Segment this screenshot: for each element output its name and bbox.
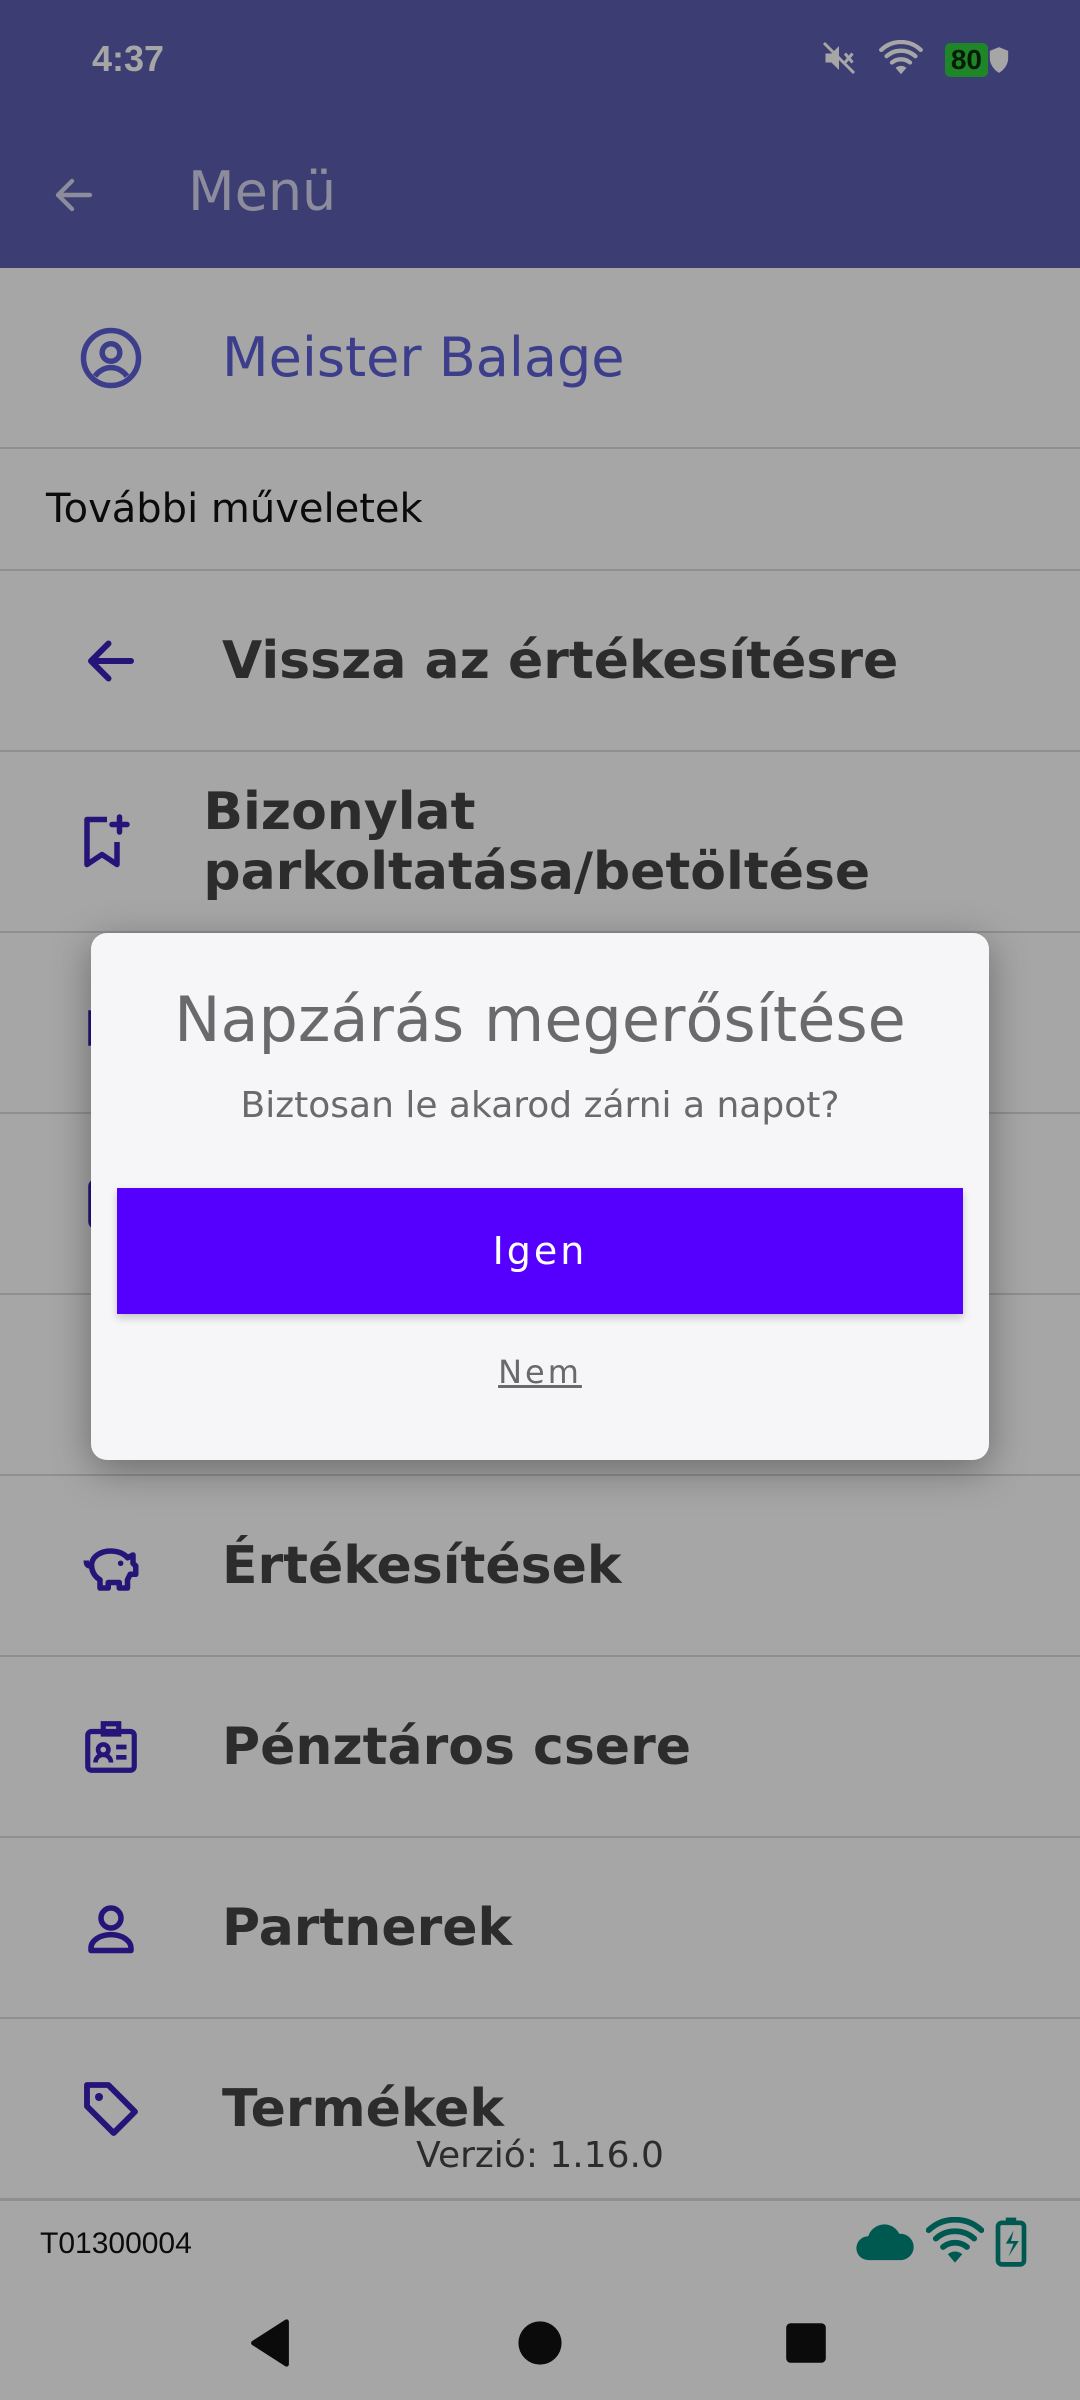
dialog-title: Napzárás megerősítése — [174, 983, 906, 1056]
cancel-button[interactable]: Nem — [91, 1353, 989, 1391]
confirm-close-day-dialog: Napzárás megerősítése Biztosan le akarod… — [91, 933, 989, 1460]
dialog-message: Biztosan le akarod zárni a napot? — [240, 1085, 840, 1126]
confirm-button[interactable]: Igen — [117, 1188, 963, 1314]
